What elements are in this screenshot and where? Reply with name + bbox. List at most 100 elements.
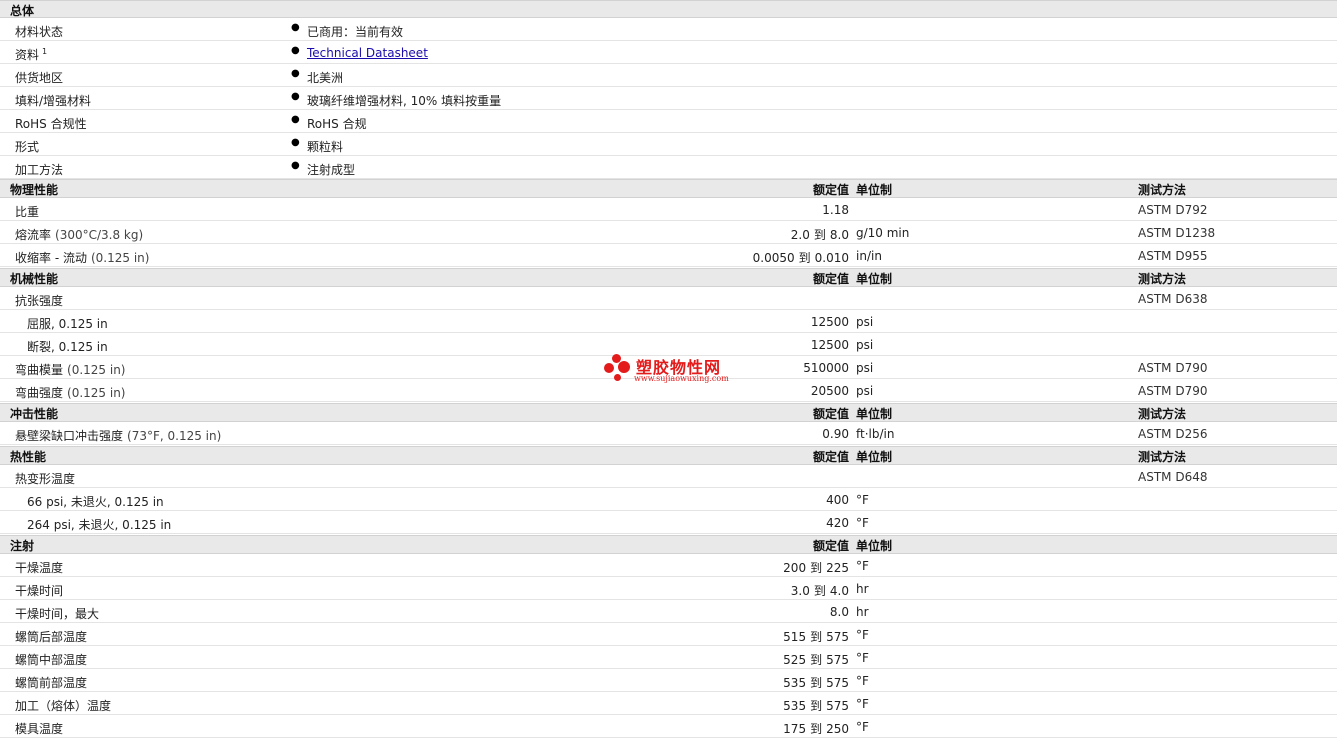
range-to: 575 (826, 676, 849, 690)
nominal-value: 515 到 575 (783, 628, 849, 645)
property-condition: (300°C/3.8 kg) (55, 228, 144, 242)
column-header-unit: 单位制 (856, 450, 893, 464)
property-label: 填料/增强材料 (15, 92, 91, 109)
nominal-value: 200 到 225 (783, 559, 849, 576)
range-from: 535 (783, 676, 807, 690)
property-value: 颗粒料 (307, 140, 344, 154)
property-label: 螺筒后部温度 (15, 628, 87, 645)
table-row: 螺筒后部温度 515 到 575 °F (0, 623, 1337, 646)
table-row: 螺筒中部温度 525 到 575 °F (0, 646, 1337, 669)
property-name: 螺筒中部温度 (15, 653, 88, 667)
column-header-method: 测试方法 (1138, 450, 1187, 464)
nominal-value: 3.0 到 4.0 (791, 582, 849, 599)
property-label: 螺筒前部温度 (15, 674, 87, 691)
property-name: 供货地区 (15, 71, 64, 85)
nominal-value: 2.0 到 8.0 (791, 226, 849, 243)
property-name: 抗张强度 (15, 294, 64, 308)
table-row: 66 psi, 未退火, 0.125 in 400 °F (0, 488, 1337, 511)
range-word: 到 (810, 722, 823, 736)
table-row: 材料状态 ● 已商用：当前有效 (0, 18, 1337, 41)
property-label: 螺筒中部温度 (15, 651, 87, 668)
property-name: 264 psi, 未退火, 0.125 in (27, 518, 172, 532)
property-name: 螺筒后部温度 (15, 630, 88, 644)
range-from: 515 (783, 630, 807, 644)
nominal-value: 8.0 (829, 605, 849, 619)
range-from: 535 (783, 699, 807, 713)
property-name: 材料状态 (15, 25, 64, 39)
bullet-icon: ● (291, 91, 300, 102)
range-word: 到 (810, 699, 823, 713)
test-method: ASTM D792 (1138, 203, 1208, 217)
column-header-unit: 单位制 (856, 407, 893, 421)
range-word: 到 (798, 251, 811, 265)
range-word: 到 (810, 630, 823, 644)
range-from: 3.0 (790, 584, 810, 598)
table-row: 模具温度 175 到 250 °F (0, 715, 1337, 738)
bullet-icon: ● (291, 22, 300, 33)
property-value: 注射成型 (307, 163, 356, 177)
table-row: 螺筒前部温度 535 到 575 °F (0, 669, 1337, 692)
unit-value: °F (856, 651, 869, 665)
datasheet-link[interactable]: Technical Datasheet (307, 46, 428, 60)
property-value: Technical Datasheet (307, 46, 428, 60)
column-header-method: 测试方法 (1138, 407, 1187, 421)
logo-dots-icon (604, 352, 634, 382)
unit-value: °F (856, 559, 869, 573)
property-label: 66 psi, 未退火, 0.125 in (27, 493, 164, 510)
property-label: 264 psi, 未退火, 0.125 in (27, 516, 171, 533)
table-row: 比重 1.18 ASTM D792 (0, 198, 1337, 221)
unit-value: psi (856, 384, 874, 398)
table-row: 供货地区 ● 北美洲 (0, 64, 1337, 87)
nominal-value: 20500 (810, 384, 849, 398)
range-word: 到 (810, 653, 823, 667)
range-to: 225 (826, 561, 849, 575)
property-name: 66 psi, 未退火, 0.125 in (27, 495, 164, 509)
property-name: RoHS 合规性 (15, 117, 87, 131)
property-label: 屈服, 0.125 in (27, 315, 108, 332)
property-label: 热变形温度 (15, 470, 75, 487)
property-name: 弯曲强度 (15, 386, 64, 400)
unit-value: g/10 min (856, 226, 910, 240)
property-name: 加工方法 (15, 163, 64, 177)
unit-value: in/in (856, 249, 882, 263)
table-row: 收缩率 - 流动 (0.125 in) 0.0050 到 0.010 in/in ASTM … (0, 244, 1337, 267)
table-row: 熔流率 (300°C/3.8 kg) 2.0 到 8.0 g/10 min ASTM D12… (0, 221, 1337, 244)
bullet-icon: ● (291, 45, 300, 56)
unit-value: psi (856, 338, 874, 352)
table-row: 抗张强度 ASTM D638 (0, 287, 1337, 310)
property-condition: (0.125 in) (67, 363, 126, 377)
column-header-method: 测试方法 (1138, 272, 1187, 286)
table-row: 填料/增强材料 ● 玻璃纤维增强材料, 10% 填料按重量 (0, 87, 1337, 110)
property-condition: (0.125 in) (90, 251, 150, 265)
column-header-unit: 单位制 (856, 183, 893, 197)
section-header-injection: 注射 额定值 单位制 (0, 535, 1337, 554)
property-label: 模具温度 (15, 720, 63, 737)
property-name: 加工（熔体）温度 (15, 699, 112, 713)
bullet-icon: ● (291, 114, 300, 125)
property-label: 干燥时间 (15, 582, 63, 599)
range-to: 575 (826, 653, 849, 667)
property-label: 供货地区 (15, 69, 63, 86)
column-header-nominal: 额定值 (812, 272, 849, 286)
section-header-impact: 冲击性能 额定值 单位制 测试方法 (0, 403, 1337, 422)
test-method: ASTM D790 (1138, 361, 1208, 375)
table-row: 干燥温度 200 到 225 °F (0, 554, 1337, 577)
property-name: 填料/增强材料 (15, 94, 92, 108)
table-row: 干燥时间，最大 8.0 hr (0, 600, 1337, 623)
table-row: 热变形温度 ASTM D648 (0, 465, 1337, 488)
range-to: 250 (826, 722, 849, 736)
bullet-icon: ● (291, 68, 300, 79)
range-to: 0.010 (814, 251, 849, 265)
property-label: 收缩率 - 流动 (0.125 in) (15, 249, 149, 266)
range-to: 4.0 (829, 584, 849, 598)
unit-value: psi (856, 361, 874, 375)
property-name: 干燥时间 (15, 584, 64, 598)
range-from: 200 (783, 561, 807, 575)
nominal-value: 12500 (810, 338, 849, 352)
property-name: 屈服, 0.125 in (27, 317, 108, 331)
property-label: 形式 (15, 138, 39, 155)
property-value: 北美洲 (307, 71, 344, 85)
unit-value: °F (856, 720, 869, 734)
section-header-general: 总体 (0, 0, 1337, 18)
table-row: 加工方法 ● 注射成型 (0, 156, 1337, 179)
